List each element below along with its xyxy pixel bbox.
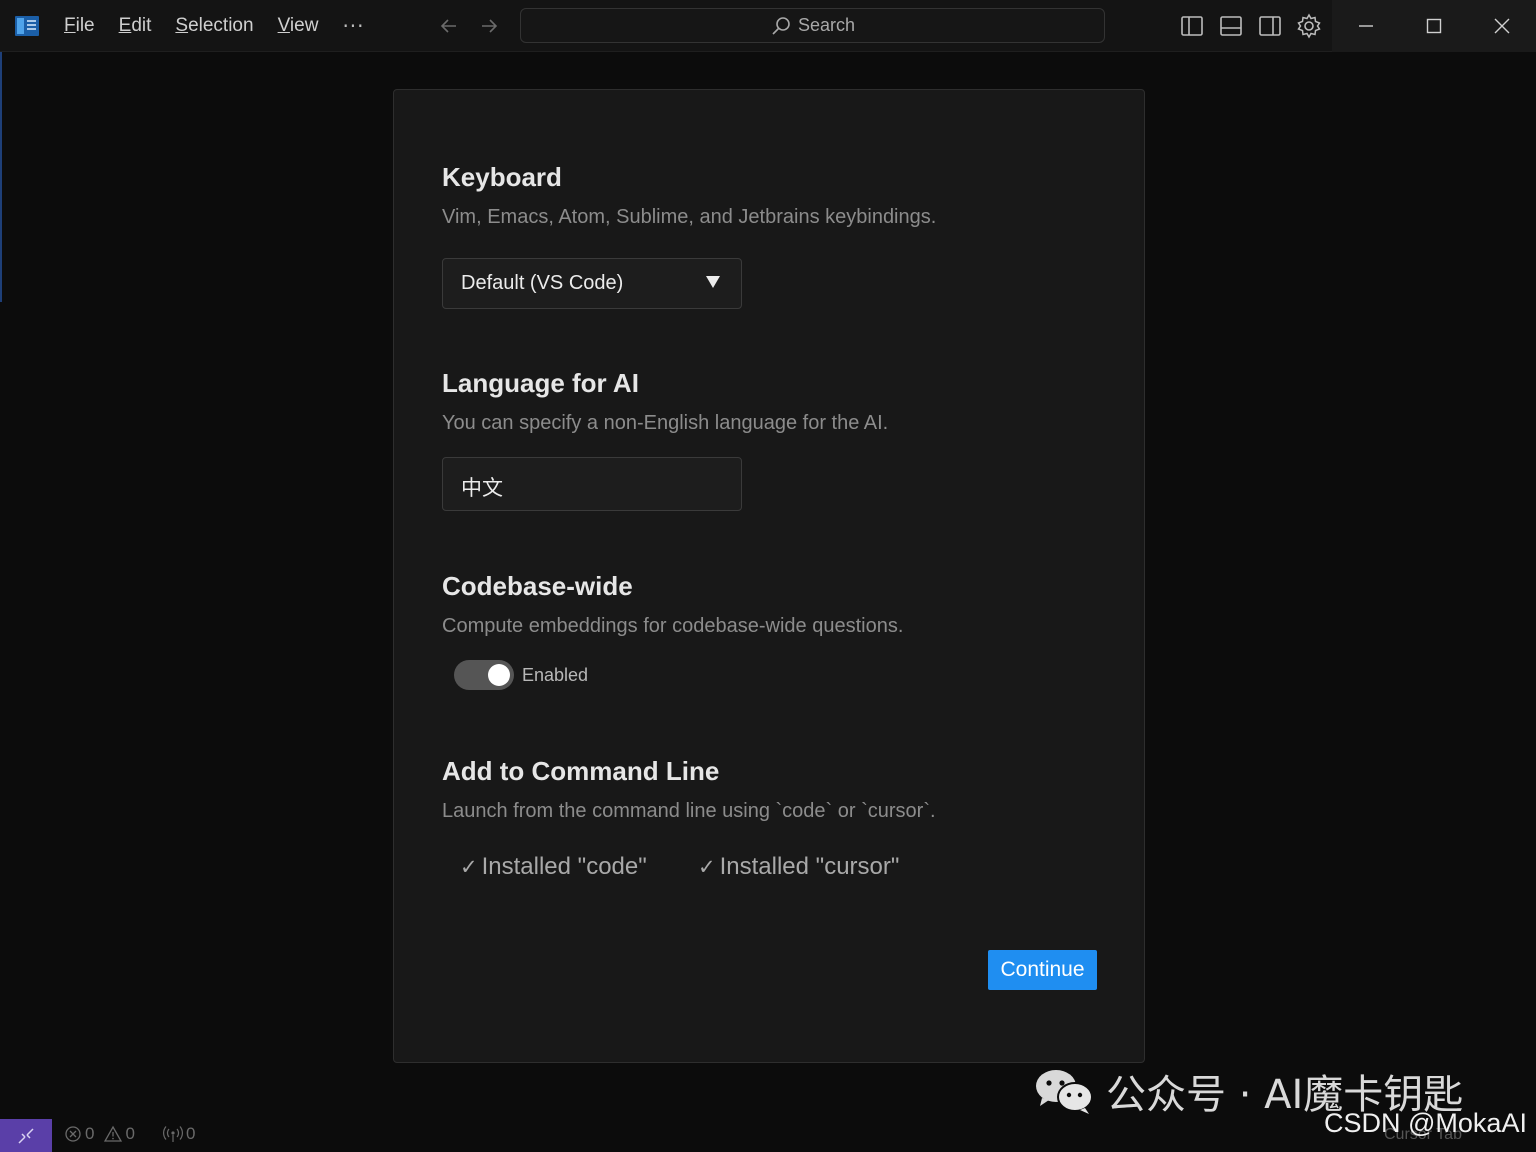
toggle-knob [488,664,510,686]
minimize-icon [1359,25,1373,27]
layout-controls [1178,12,1323,40]
back-arrow-icon[interactable] [436,12,462,40]
search-input[interactable]: Search [520,8,1105,43]
menu-view[interactable]: View [266,11,331,41]
ai-language-input[interactable]: 中文 [442,457,742,511]
minimize-button[interactable] [1332,0,1400,52]
menu-more-button[interactable]: ··· [330,14,376,38]
menu-edit[interactable]: Edit [107,11,164,41]
toggle-panel-icon[interactable] [1217,12,1245,40]
close-button[interactable] [1468,0,1536,52]
language-section: Language for AI You can specify a non-En… [442,368,888,435]
command-line-section: Add to Command Line Launch from the comm… [442,756,936,823]
menu-bar: File Edit Selection View ··· [52,0,377,52]
checkmark-icon: ✓ [698,855,716,879]
checkmark-icon: ✓ [460,855,478,879]
keyboard-description: Vim, Emacs, Atom, Sublime, and Jetbrains… [442,206,937,228]
gear-icon[interactable] [1295,12,1323,40]
remote-icon [18,1127,34,1144]
toggle-primary-sidebar-icon[interactable] [1178,12,1206,40]
codebase-section: Codebase-wide Compute embeddings for cod… [442,571,903,638]
onboarding-dialog: Keyboard Vim, Emacs, Atom, Sublime, and … [393,89,1145,1063]
status-bar: 0 0 0 Cursor Tab [0,1119,1536,1152]
codebase-toggle[interactable] [454,660,514,690]
toggle-secondary-sidebar-icon[interactable] [1256,12,1284,40]
app-logo-icon[interactable] [14,14,40,38]
warning-icon [104,1125,123,1142]
installed-cursor-status: ✓ Installed "cursor" [698,853,900,880]
language-title: Language for AI [442,368,639,398]
search-label: Search [797,15,856,35]
continue-button[interactable]: Continue [988,950,1097,990]
search-icon [772,16,790,35]
codebase-description: Compute embeddings for codebase-wide que… [442,615,904,637]
navigation-arrows [436,12,502,40]
installed-code-status: ✓ Installed "code" [460,853,647,880]
keybinding-select[interactable]: Default (VS Code) [442,258,742,309]
keyboard-section: Keyboard Vim, Emacs, Atom, Sublime, and … [442,162,936,229]
left-accent-bar [0,52,2,302]
command-line-description: Launch from the command line using `code… [442,800,936,822]
window-controls [1332,0,1536,52]
dropdown-arrow-icon [706,276,720,288]
keybinding-select-value: Default (VS Code) [461,272,624,294]
maximize-button[interactable] [1400,0,1468,52]
menu-file[interactable]: File [52,11,107,41]
maximize-icon [1426,18,1442,34]
remote-button[interactable] [0,1119,52,1152]
title-bar: File Edit Selection View ··· Search [0,0,1536,52]
menu-selection[interactable]: Selection [163,11,265,41]
codebase-title: Codebase-wide [442,571,633,601]
forward-arrow-icon[interactable] [476,12,502,40]
error-count: 0 [85,1124,95,1143]
warning-count: 0 [125,1124,135,1143]
command-line-title: Add to Command Line [442,756,720,786]
codebase-toggle-row: Enabled [454,660,588,690]
close-icon [1494,18,1510,34]
broadcast-icon [162,1126,183,1142]
ports-count: 0 [185,1124,196,1143]
codebase-toggle-label: Enabled [522,664,589,685]
csdn-watermark: CSDN @MokaAI [1324,1108,1527,1138]
keyboard-title: Keyboard [442,162,562,192]
wechat-icon [1036,1070,1093,1114]
problems-indicator[interactable]: 0 0 0 [64,1124,201,1144]
error-icon [65,1126,81,1142]
language-description: You can specify a non-English language f… [442,412,889,434]
